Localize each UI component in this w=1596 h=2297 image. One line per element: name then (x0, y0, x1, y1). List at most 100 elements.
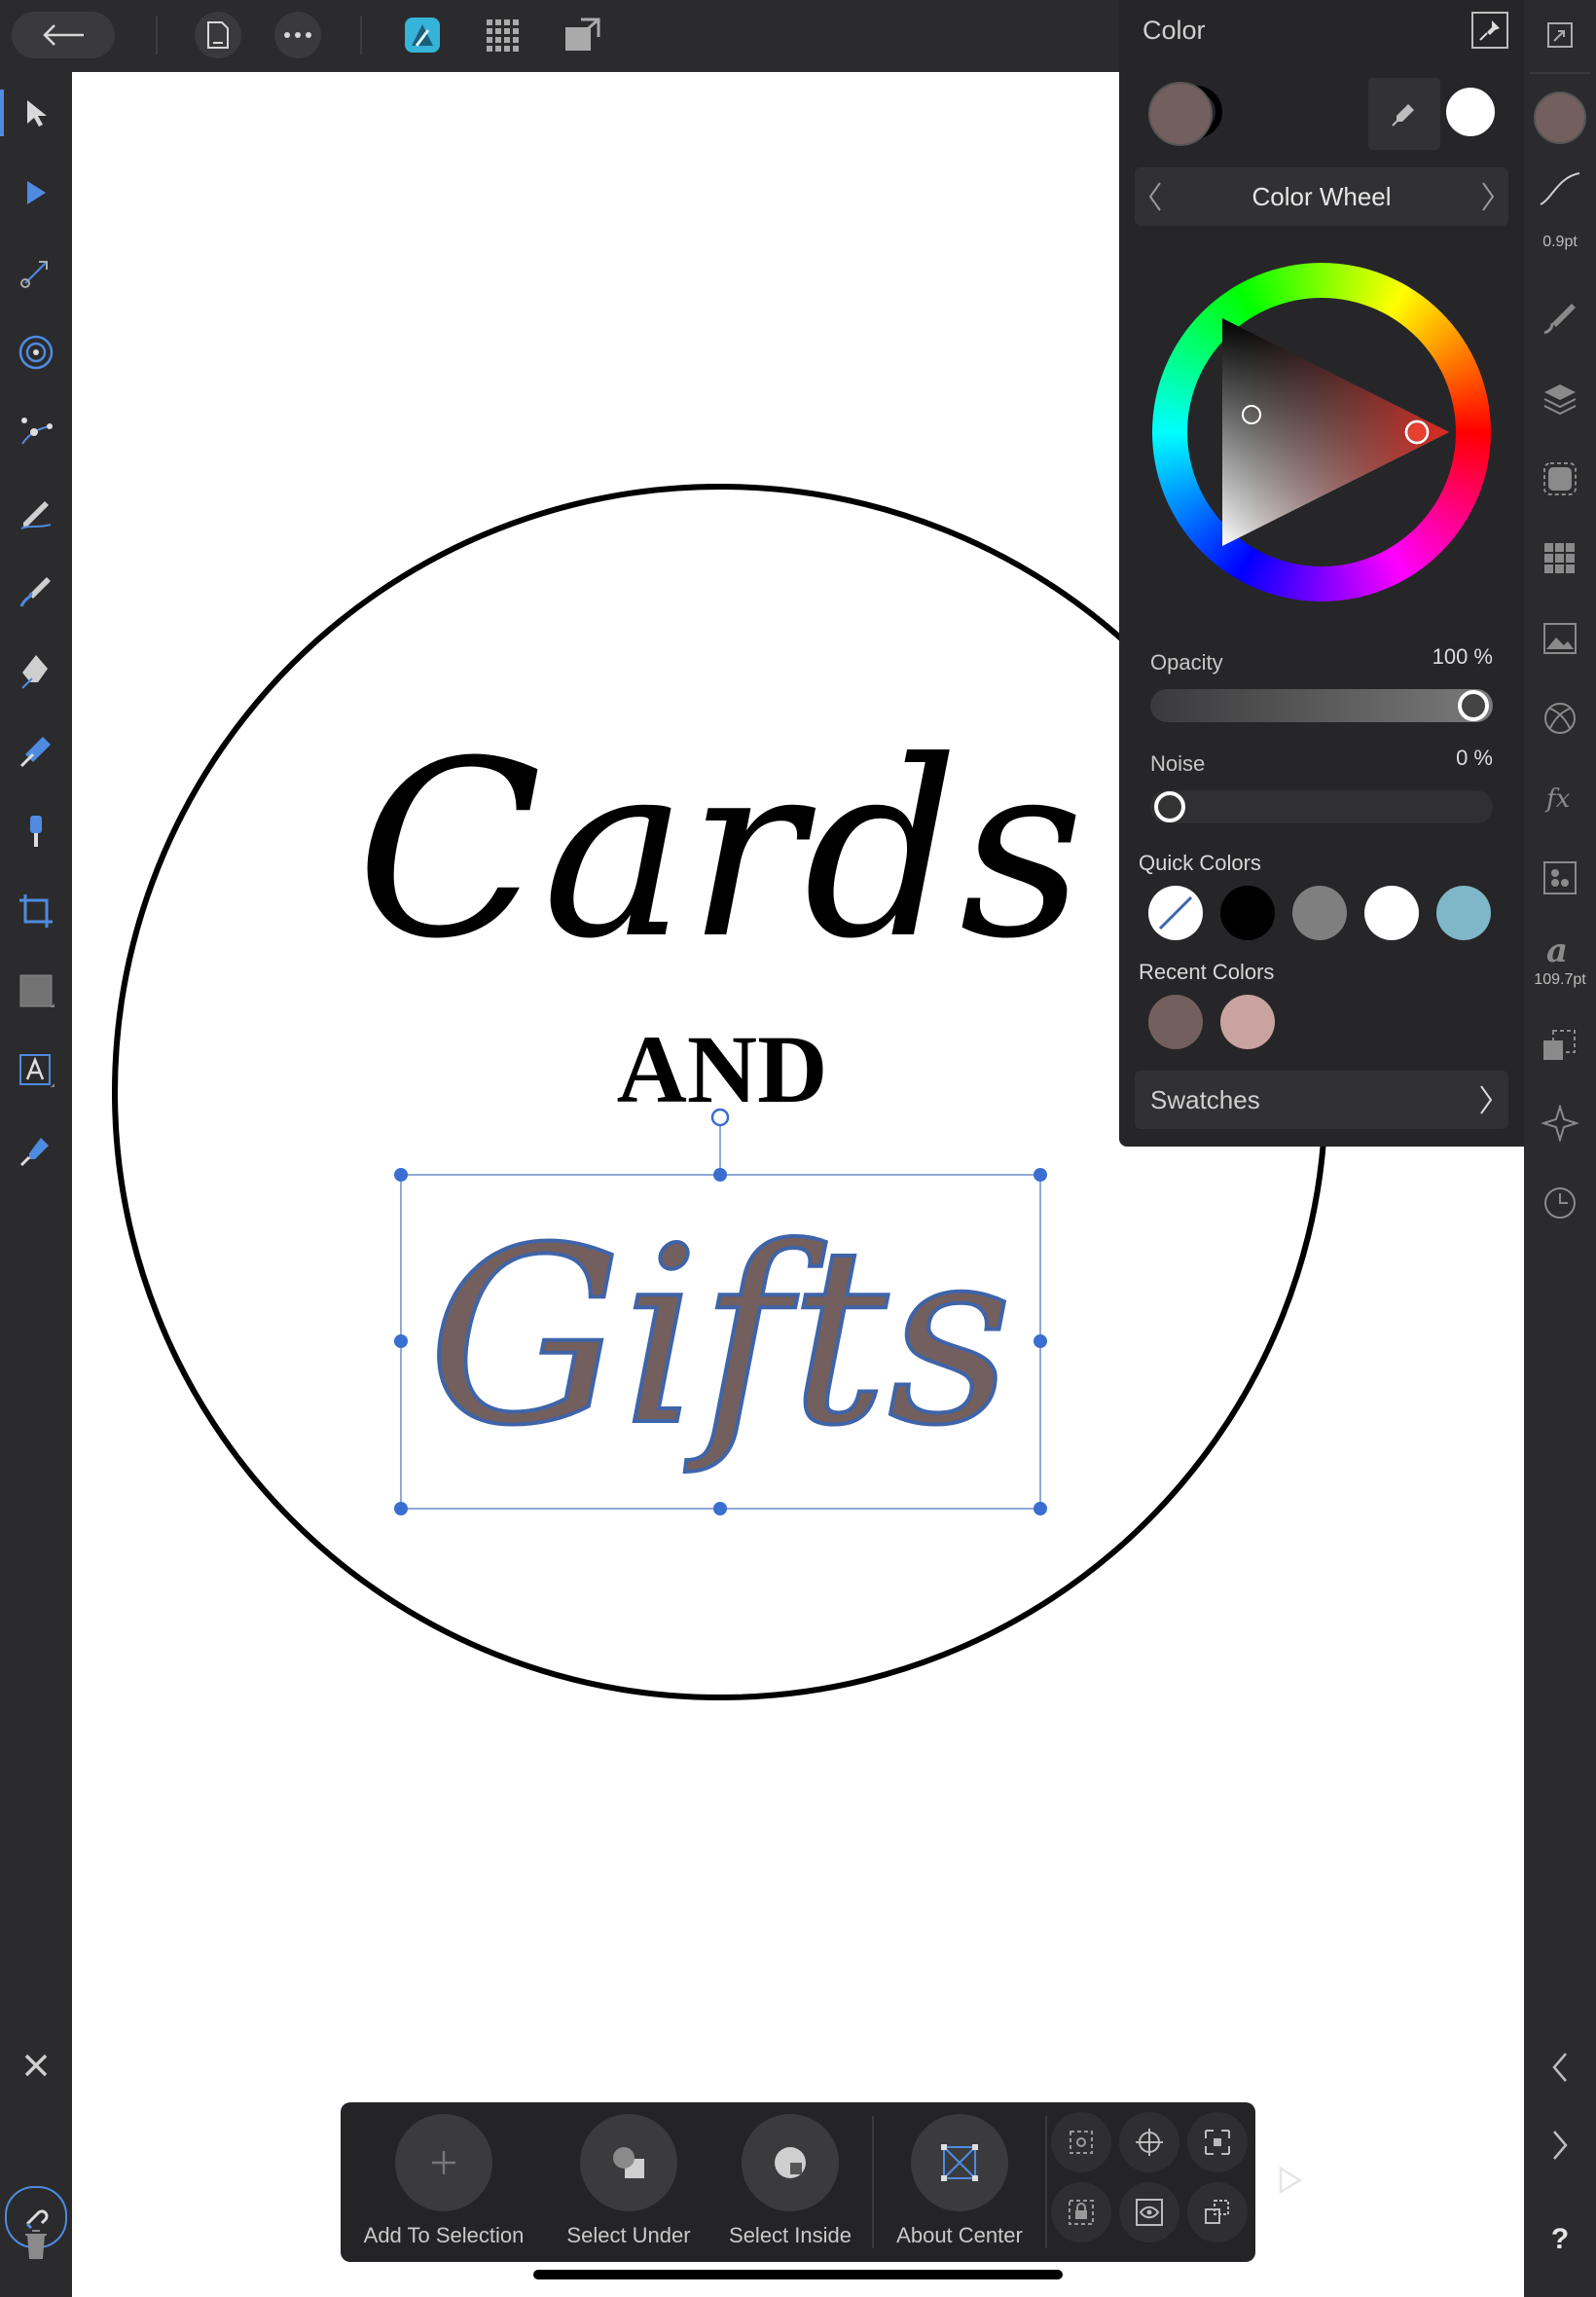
quick-color-swatch[interactable] (1292, 886, 1347, 940)
select-inside-label: Select Inside (729, 2223, 852, 2247)
gifts-script-text[interactable]: Gifts (426, 1193, 1015, 1480)
document-menu-button[interactable] (195, 12, 241, 58)
color-studio-button[interactable] (1534, 91, 1586, 144)
text-studio-button[interactable]: a (1537, 927, 1583, 973)
grid-icon (1544, 543, 1575, 573)
more-options-button[interactable] (274, 12, 321, 58)
color-picker-tool[interactable] (13, 1127, 59, 1174)
expand-studio-button[interactable] (1537, 2122, 1583, 2169)
recent-color-swatch[interactable] (1148, 995, 1203, 1049)
effects-studio-button[interactable] (1537, 456, 1583, 502)
vector-brush-tool[interactable] (13, 568, 59, 615)
fill-tool[interactable] (13, 728, 59, 775)
opacity-slider[interactable] (1150, 689, 1493, 722)
chevron-right-icon[interactable] (1479, 181, 1497, 212)
context-toolbar-expand-button[interactable] (1273, 2163, 1308, 2198)
corner-tool[interactable] (13, 249, 59, 296)
cards-script-text[interactable]: Cards (356, 709, 1084, 992)
transform-objects-button[interactable] (1187, 2182, 1248, 2242)
affinity-designer-icon (405, 18, 440, 53)
color-mode-selector[interactable]: Color Wheel (1135, 167, 1508, 226)
view-mode-button[interactable] (1119, 2182, 1179, 2242)
and-text[interactable]: AND (617, 1015, 828, 1123)
point-transform-tool[interactable] (13, 329, 59, 376)
resize-handle[interactable] (713, 1168, 727, 1182)
pen-tool[interactable] (13, 648, 59, 695)
svg-text:a: a (1546, 932, 1568, 967)
fullscreen-button[interactable] (1537, 12, 1583, 58)
recent-colors-row (1119, 995, 1524, 1055)
stroke-studio-button[interactable] (1537, 165, 1583, 212)
dashed-target-icon (1070, 2131, 1093, 2154)
crop-tool[interactable] (13, 888, 59, 934)
symbols-studio-button[interactable] (1537, 855, 1583, 901)
rectangle-tool[interactable] (13, 967, 59, 1014)
quick-color-swatch[interactable] (1364, 886, 1419, 940)
fx-icon: fx (1544, 784, 1571, 813)
appearance-studio-button[interactable] (1537, 695, 1583, 742)
assets-studio-button[interactable] (1537, 615, 1583, 662)
export-persona-button[interactable] (559, 12, 605, 58)
history-studio-button[interactable] (1537, 1180, 1583, 1226)
show-origin-button[interactable] (1119, 2112, 1179, 2172)
pixel-persona-button[interactable] (479, 12, 526, 58)
resize-handle[interactable] (1034, 1502, 1047, 1515)
resize-handle[interactable] (394, 1334, 408, 1348)
recent-color-swatch[interactable] (1220, 995, 1275, 1049)
swatches-studio-button[interactable] (1537, 535, 1583, 582)
transparency-tool[interactable] (13, 808, 59, 855)
quick-color-swatch[interactable] (1436, 886, 1491, 940)
bounding-icon (1205, 2130, 1230, 2155)
text-tool[interactable] (13, 1047, 59, 1094)
eyedropper-button[interactable] (1368, 78, 1440, 150)
select-inside-button[interactable] (742, 2114, 839, 2211)
collapse-studio-button[interactable] (1537, 2044, 1583, 2091)
close-icon (24, 2054, 48, 2077)
fill-well[interactable] (1148, 82, 1213, 146)
fill-stroke-wells[interactable] (1148, 82, 1222, 152)
designer-persona-button[interactable] (399, 12, 446, 58)
quick-color-swatch[interactable] (1220, 886, 1275, 940)
resize-handle[interactable] (1034, 1334, 1047, 1348)
export-persona-icon (565, 18, 600, 51)
pin-panel-button[interactable] (1471, 12, 1508, 49)
opacity-slider-thumb[interactable] (1458, 690, 1489, 721)
crop-icon (19, 894, 53, 928)
transform-origin-button[interactable] (1051, 2112, 1111, 2172)
resize-handle[interactable] (713, 1502, 727, 1515)
brushes-studio-button[interactable] (1537, 294, 1583, 341)
quick-colors-label: Quick Colors (1139, 851, 1261, 875)
back-button[interactable] (12, 12, 115, 58)
about-center-button[interactable] (911, 2114, 1008, 2211)
noise-value: 0 % (1456, 746, 1493, 770)
noise-slider[interactable] (1150, 790, 1493, 823)
chevron-right-icon (1553, 2131, 1568, 2160)
contour-tool[interactable] (13, 409, 59, 456)
node-tool[interactable] (13, 169, 59, 216)
delete-button[interactable] (13, 2221, 59, 2268)
resize-handle[interactable] (394, 1168, 408, 1182)
cancel-button[interactable] (13, 2042, 59, 2089)
resize-handle[interactable] (1034, 1168, 1047, 1182)
lock-children-button[interactable] (1051, 2182, 1111, 2242)
navigator-studio-button[interactable] (1537, 1100, 1583, 1147)
text-frame-icon (19, 1054, 54, 1087)
transform-icon (1543, 1030, 1576, 1060)
fx-studio-button[interactable]: fx (1537, 775, 1583, 821)
swatches-button[interactable]: Swatches (1135, 1071, 1508, 1129)
layers-studio-button[interactable] (1537, 376, 1583, 422)
add-to-selection-button[interactable] (395, 2114, 492, 2211)
secondary-color-well[interactable] (1446, 88, 1495, 136)
help-button[interactable]: ? (1524, 2223, 1596, 2256)
noise-slider-thumb[interactable] (1154, 791, 1185, 822)
quick-color-none[interactable] (1148, 886, 1203, 940)
select-under-button[interactable] (580, 2114, 677, 2211)
rotate-handle[interactable] (710, 1108, 730, 1127)
lock-aspect-button[interactable] (1187, 2112, 1248, 2172)
pencil-tool[interactable] (13, 489, 59, 535)
resize-handle[interactable] (394, 1502, 408, 1515)
saturation-triangle[interactable] (1152, 263, 1491, 602)
move-tool[interactable] (13, 90, 59, 136)
transform-studio-button[interactable] (1537, 1022, 1583, 1069)
font-size-label: 109.7pt (1534, 971, 1586, 988)
